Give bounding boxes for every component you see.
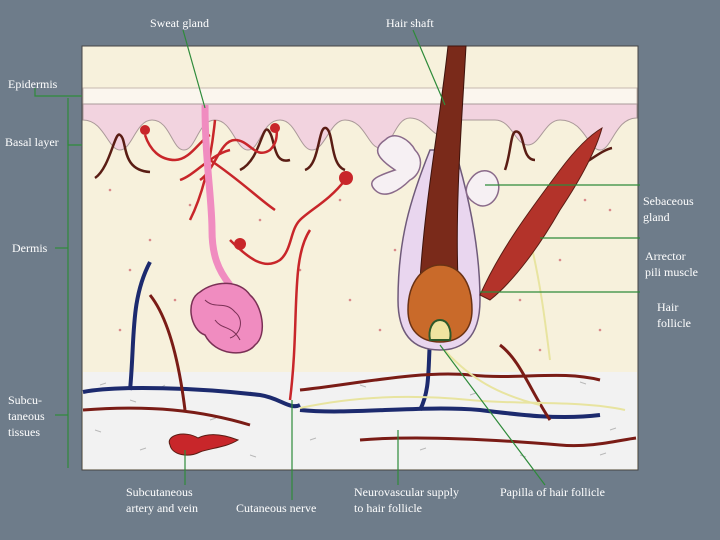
label-subcutaneous-3: tissues	[8, 425, 41, 439]
label-sweat-gland: Sweat gland	[150, 16, 209, 30]
label-papilla: Papilla of hair follicle	[500, 485, 605, 499]
stratum-corneum	[82, 87, 638, 105]
label-sebaceous-1: Sebaceous	[643, 194, 694, 208]
label-neurovascular-1: Neurovascular supply	[354, 485, 459, 499]
label-hair-shaft: Hair shaft	[386, 16, 434, 30]
label-subcutaneous-1: Subcu-	[8, 393, 42, 407]
label-cutaneous-nerve: Cutaneous nerve	[236, 501, 317, 515]
label-epidermis: Epidermis	[8, 77, 58, 91]
label-neurovascular-2: to hair follicle	[354, 501, 422, 515]
label-subcutaneous-2: taneous	[8, 409, 45, 423]
skin-diagram: Sweat gland Hair shaft Epidermis Basal l…	[0, 0, 720, 540]
label-hair-follicle-2: follicle	[657, 316, 691, 330]
label-dermis: Dermis	[12, 241, 48, 255]
label-artery-vein-2: artery and vein	[126, 501, 198, 515]
label-hair-follicle-1: Hair	[657, 300, 679, 314]
skin-cross-section	[34, 29, 640, 500]
label-arrector-2: pili muscle	[645, 265, 698, 279]
label-artery-vein-1: Subcutaneous	[126, 485, 193, 499]
label-basal-layer: Basal layer	[5, 135, 59, 149]
papilla	[428, 318, 452, 341]
label-sebaceous-2: gland	[643, 210, 670, 224]
label-arrector-1: Arrector	[645, 249, 686, 263]
